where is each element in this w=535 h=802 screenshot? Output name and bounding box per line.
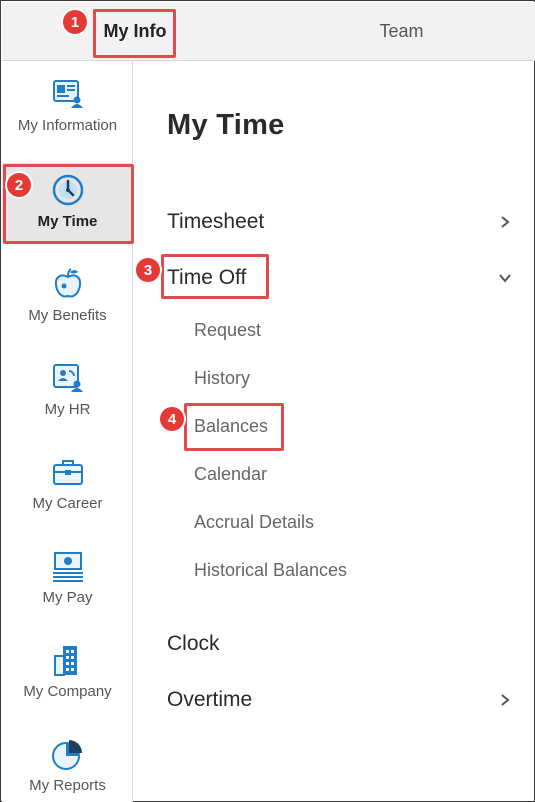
sidebar-item-my-reports[interactable]: My Reports — [2, 721, 133, 802]
sidebar-item-label: My Information — [17, 117, 118, 134]
tab-team[interactable]: Team — [268, 2, 535, 61]
sidebar-item-label: My Company — [23, 683, 112, 700]
time-off-balances-link[interactable]: Balances — [194, 416, 268, 437]
sidebar: My Information My Time My Benefits My HR… — [2, 61, 133, 802]
time-off-historical-balances-link[interactable]: Historical Balances — [194, 560, 347, 581]
pie-chart-icon — [51, 740, 82, 770]
sidebar-item-label: My Reports — [29, 777, 106, 794]
sidebar-item-label: My Time — [37, 213, 98, 230]
time-off-calendar-link[interactable]: Calendar — [194, 464, 267, 485]
sidebar-item-my-benefits[interactable]: My Benefits — [2, 251, 133, 345]
step-marker-1: 1 — [63, 10, 87, 34]
nav-item-label: Clock — [167, 632, 220, 655]
sidebar-item-label: My Pay — [42, 589, 93, 606]
nav-item-time-off[interactable]: Time Off — [167, 260, 512, 296]
chevron-right-icon — [501, 694, 510, 706]
nav-item-label: Overtime — [167, 688, 253, 711]
sidebar-item-my-information[interactable]: My Information — [2, 61, 133, 155]
sidebar-item-label: My Benefits — [28, 307, 107, 324]
sidebar-item-label: My Career — [32, 495, 103, 512]
clock-icon — [52, 174, 83, 206]
sidebar-item-my-hr[interactable]: My HR — [2, 345, 133, 439]
nav-item-clock[interactable]: Clock — [167, 626, 512, 662]
hr-profile-icon — [52, 364, 83, 392]
id-card-icon — [52, 80, 83, 108]
building-icon — [53, 646, 77, 676]
app-frame: My Info Team My Information My Time My B… — [0, 0, 535, 802]
nav-item-timesheet[interactable]: Timesheet — [167, 204, 512, 240]
step-marker-2: 2 — [7, 173, 31, 197]
nav-item-label: Timesheet — [167, 210, 265, 233]
time-off-accrual-details-link[interactable]: Accrual Details — [194, 512, 314, 533]
step-marker-4: 4 — [160, 407, 184, 431]
main-panel: My Time Timesheet Time Off Request Histo… — [134, 61, 535, 802]
tab-my-info-label: My Info — [103, 21, 167, 41]
nav-item-overtime[interactable]: Overtime — [167, 682, 512, 718]
briefcase-icon — [52, 460, 83, 485]
chevron-down-icon — [499, 274, 511, 283]
step-marker-3: 3 — [136, 258, 160, 282]
sidebar-item-label: My HR — [44, 401, 91, 418]
sidebar-item-my-career[interactable]: My Career — [2, 439, 133, 533]
sidebar-item-my-company[interactable]: My Company — [2, 627, 133, 721]
tab-team-label: Team — [379, 21, 424, 41]
sidebar-item-my-pay[interactable]: My Pay — [2, 533, 133, 627]
time-off-history-link[interactable]: History — [194, 368, 250, 389]
time-off-request-link[interactable]: Request — [194, 320, 261, 341]
nav-item-label: Time Off — [167, 266, 247, 289]
pay-stub-icon — [52, 552, 83, 582]
chevron-right-icon — [501, 216, 510, 228]
apple-icon — [54, 268, 81, 298]
tab-my-info[interactable]: My Info — [2, 2, 268, 61]
page-title: My Time — [167, 109, 285, 141]
